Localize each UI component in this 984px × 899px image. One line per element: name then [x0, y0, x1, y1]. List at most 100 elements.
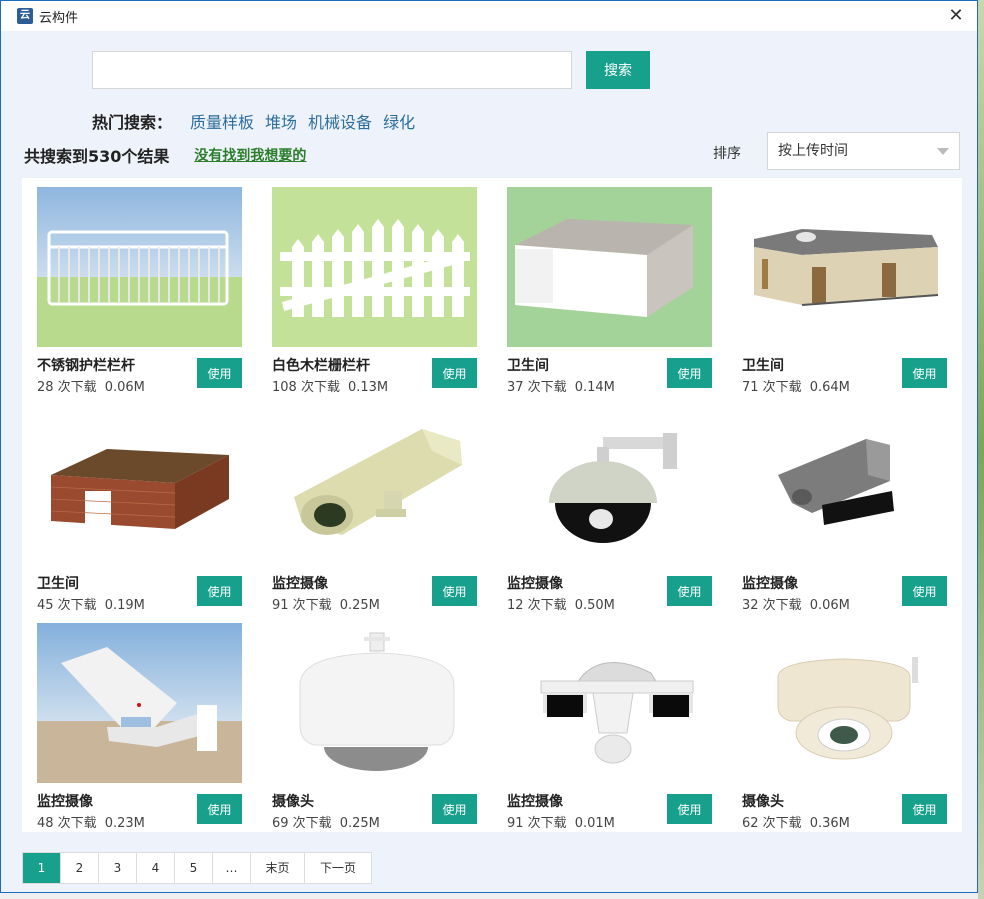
page-5-button[interactable]: 5 [175, 853, 213, 883]
sort-label: 排序 [713, 146, 741, 162]
hot-search-label: 热门搜索： [92, 113, 173, 132]
component-name: 监控摄像 [272, 576, 328, 592]
hot-search-row: 热门搜索： 质量样板 堆场 机械设备 绿化 [92, 109, 426, 133]
component-stats: 45 次下载 0.19M [37, 594, 145, 613]
file-size: 0.19M [104, 598, 145, 613]
use-button[interactable]: 使用 [902, 358, 947, 388]
file-size: 0.01M [574, 816, 615, 831]
download-count: 91 次下载 [507, 816, 567, 831]
last-page-button[interactable]: 末页 [251, 853, 305, 883]
file-size: 0.25M [339, 598, 380, 613]
search-input[interactable] [92, 51, 572, 89]
thumbnail-restroom-building-image[interactable] [742, 187, 947, 347]
window-title: 云构件 [39, 10, 79, 26]
component-card: 监控摄像 91 次下载 0.25M 使用 [272, 405, 477, 615]
use-button[interactable]: 使用 [432, 576, 477, 606]
use-button[interactable]: 使用 [197, 358, 242, 388]
thumbnail-ceiling-camera-image[interactable] [272, 623, 477, 783]
use-button[interactable]: 使用 [667, 794, 712, 824]
component-name: 摄像头 [742, 794, 784, 810]
use-button[interactable]: 使用 [667, 576, 712, 606]
file-size: 0.13M [347, 380, 389, 395]
title-bar: 云 云构件 ✕ [1, 1, 977, 31]
file-size: 0.06M [104, 380, 145, 395]
page-ellipsis[interactable]: … [213, 853, 251, 883]
download-count: 91 次下载 [272, 598, 332, 613]
pagination: 1 2 3 4 5 … 末页 下一页 [22, 852, 372, 884]
use-button[interactable]: 使用 [902, 576, 947, 606]
thumbnail-dual-camera-image[interactable] [507, 623, 712, 783]
component-name: 卫生间 [507, 358, 549, 374]
desktop-background [978, 0, 984, 899]
thumbnail-brick-restroom-image[interactable] [37, 405, 242, 565]
page-1-button[interactable]: 1 [23, 853, 61, 883]
use-button[interactable]: 使用 [667, 358, 712, 388]
result-count: 共搜索到530个结果 [24, 147, 170, 166]
component-card: 卫生间 45 次下载 0.19M 使用 [37, 405, 242, 615]
download-count: 32 次下载 [742, 598, 802, 613]
component-card: 监控摄像 48 次下载 0.23M 使用 [37, 623, 242, 833]
component-name: 摄像头 [272, 794, 314, 810]
download-count: 71 次下载 [742, 380, 802, 395]
file-size: 0.23M [104, 816, 145, 831]
use-button[interactable]: 使用 [432, 358, 477, 388]
download-count: 48 次下载 [37, 816, 97, 831]
hot-search-link[interactable]: 堆场 [265, 109, 297, 133]
component-card: 摄像头 62 次下载 0.36M 使用 [742, 623, 947, 833]
download-count: 28 次下载 [37, 380, 97, 395]
component-card: 卫生间 71 次下载 0.64M 使用 [742, 187, 947, 397]
thumbnail-box-camera-image[interactable] [742, 405, 947, 565]
close-icon[interactable]: ✕ [945, 5, 967, 27]
hot-search-link[interactable]: 质量样板 [190, 109, 254, 133]
hot-search-link[interactable]: 绿化 [383, 109, 415, 133]
component-stats: 108 次下载 0.13M [272, 376, 388, 395]
download-count: 69 次下载 [272, 816, 332, 831]
next-page-button[interactable]: 下一页 [305, 853, 371, 883]
file-size: 0.64M [809, 380, 850, 395]
use-button[interactable]: 使用 [902, 794, 947, 824]
thumbnail-picket-fence-image[interactable] [272, 187, 477, 347]
component-name: 不锈钢护栏栏杆 [37, 358, 135, 374]
component-name: 监控摄像 [37, 794, 93, 810]
use-button[interactable]: 使用 [432, 794, 477, 824]
component-name: 卫生间 [742, 358, 784, 374]
page-3-button[interactable]: 3 [99, 853, 137, 883]
page-4-button[interactable]: 4 [137, 853, 175, 883]
page-2-button[interactable]: 2 [61, 853, 99, 883]
download-count: 37 次下载 [507, 380, 567, 395]
thumbnail-dome-camera-image[interactable] [507, 405, 712, 565]
file-size: 0.25M [339, 816, 380, 831]
chevron-down-icon [937, 148, 949, 155]
thumbnail-mounted-camera-image[interactable] [742, 623, 947, 783]
result-summary: 共搜索到530个结果 没有找到我想要的 [24, 143, 306, 167]
use-button[interactable]: 使用 [197, 576, 242, 606]
sort-selected-value: 按上传时间 [778, 143, 848, 159]
component-stats: 12 次下载 0.50M [507, 594, 615, 613]
component-name: 监控摄像 [507, 576, 563, 592]
component-stats: 71 次下载 0.64M [742, 376, 850, 395]
thumbnail-bullet-camera-image[interactable] [272, 405, 477, 565]
download-count: 62 次下载 [742, 816, 802, 831]
app-logo-icon: 云 [17, 8, 33, 24]
component-card: 监控摄像 91 次下载 0.01M 使用 [507, 623, 712, 833]
component-name: 卫生间 [37, 576, 79, 592]
component-stats: 91 次下载 0.25M [272, 594, 380, 613]
download-count: 12 次下载 [507, 598, 567, 613]
component-stats: 48 次下载 0.23M [37, 812, 145, 831]
sort-dropdown[interactable]: 按上传时间 [767, 132, 960, 170]
file-size: 0.36M [809, 816, 850, 831]
thumbnail-restroom-block-image[interactable] [507, 187, 712, 347]
component-card: 摄像头 69 次下载 0.25M 使用 [272, 623, 477, 833]
thumbnail-railing-image[interactable] [37, 187, 242, 347]
search-button[interactable]: 搜索 [586, 51, 650, 89]
not-found-link[interactable]: 没有找到我想要的 [194, 145, 306, 165]
component-card: 卫生间 37 次下载 0.14M 使用 [507, 187, 712, 397]
component-name: 监控摄像 [742, 576, 798, 592]
file-size: 0.06M [809, 598, 850, 613]
search-bar: 搜索 [92, 51, 650, 89]
hot-search-link[interactable]: 机械设备 [308, 109, 372, 133]
use-button[interactable]: 使用 [197, 794, 242, 824]
component-card: 不锈钢护栏栏杆 28 次下载 0.06M 使用 [37, 187, 242, 397]
component-card: 监控摄像 32 次下载 0.06M 使用 [742, 405, 947, 615]
thumbnail-wall-camera-image[interactable] [37, 623, 242, 783]
